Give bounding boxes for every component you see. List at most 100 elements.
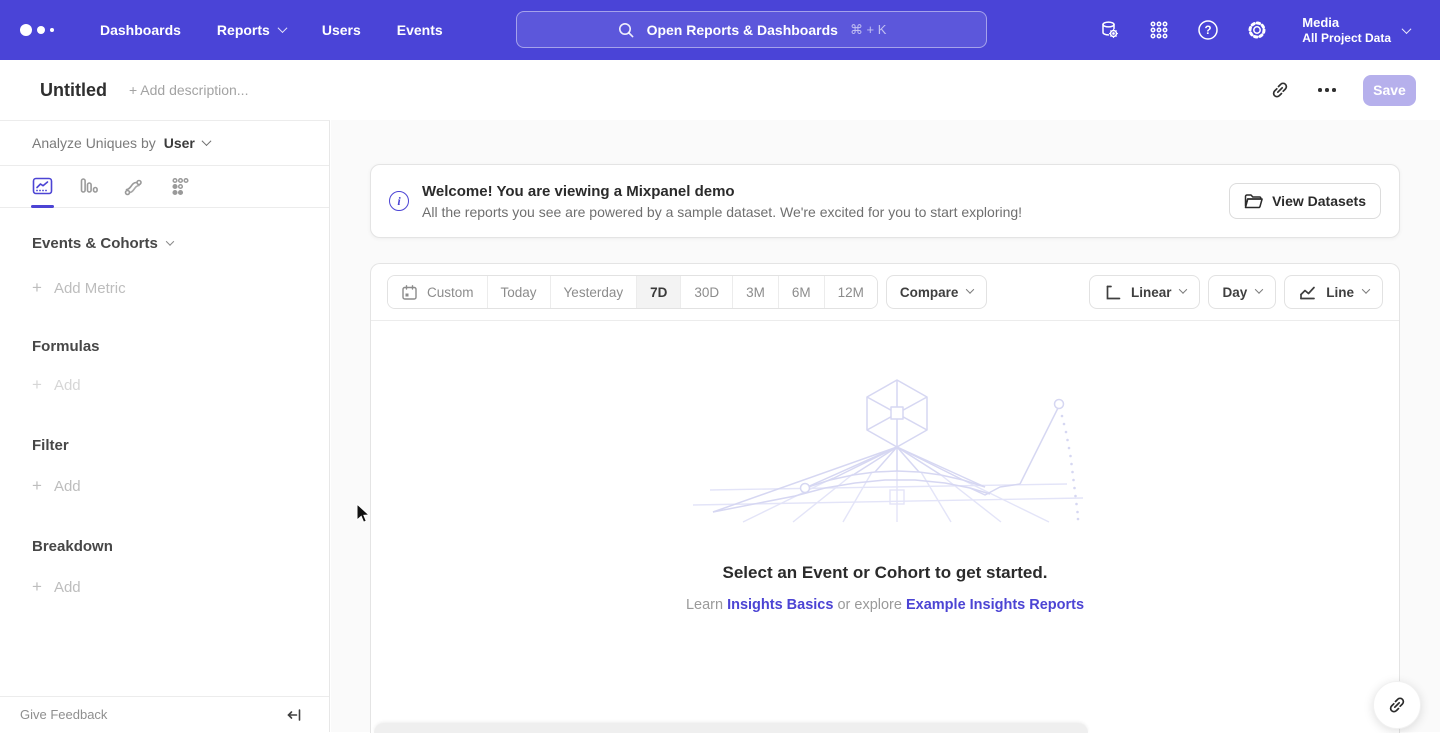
plus-icon: + bbox=[32, 577, 42, 597]
events-cohorts-label: Events & Cohorts bbox=[32, 235, 158, 252]
search-shortcut: ⌘ + K bbox=[850, 22, 887, 38]
date-range-label: Custom bbox=[427, 285, 474, 300]
add-formula-button[interactable]: + Add bbox=[32, 375, 297, 395]
give-feedback-link[interactable]: Give Feedback bbox=[20, 707, 107, 722]
view-datasets-button[interactable]: View Datasets bbox=[1229, 183, 1381, 219]
nav-item-label: Events bbox=[397, 22, 443, 38]
more-options-button[interactable] bbox=[1316, 79, 1338, 101]
date-range-label: 6M bbox=[792, 285, 811, 300]
empty-state-illustration bbox=[675, 366, 1095, 524]
date-range-label: 7D bbox=[650, 285, 667, 300]
filter-label: Filter bbox=[32, 437, 69, 454]
nav-item-label: Reports bbox=[217, 22, 270, 38]
compare-dropdown[interactable]: Compare bbox=[886, 275, 988, 309]
empty-state-title: Select an Event or Cohort to get started… bbox=[371, 563, 1399, 583]
mixpanel-logo[interactable] bbox=[20, 24, 60, 36]
date-range-today[interactable]: Today bbox=[487, 276, 550, 308]
main-content: i Welcome! You are viewing a Mixpanel de… bbox=[331, 120, 1440, 732]
report-description-placeholder[interactable]: + Add description... bbox=[129, 82, 248, 98]
add-filter-button[interactable]: + Add bbox=[32, 476, 297, 496]
add-filter-label: Add bbox=[54, 478, 81, 495]
copy-report-link-button[interactable] bbox=[1373, 681, 1421, 729]
date-range-custom[interactable]: Custom bbox=[388, 276, 487, 308]
example-insights-reports-link[interactable]: Example Insights Reports bbox=[906, 597, 1084, 613]
insights-basics-link[interactable]: Insights Basics bbox=[727, 597, 833, 613]
chevron-down-icon bbox=[166, 237, 174, 245]
date-range-yesterday[interactable]: Yesterday bbox=[550, 276, 637, 308]
apps-grid-icon[interactable] bbox=[1147, 18, 1171, 42]
plus-icon: + bbox=[32, 278, 42, 298]
settings-gear-icon[interactable] bbox=[1245, 18, 1269, 42]
chart-type-dropdown[interactable]: Line bbox=[1284, 275, 1383, 309]
date-range-3m[interactable]: 3M bbox=[732, 276, 778, 308]
calendar-icon bbox=[401, 284, 418, 301]
analyze-by-dropdown[interactable]: User bbox=[164, 135, 210, 151]
chevron-down-icon bbox=[1179, 285, 1187, 293]
add-breakdown-label: Add bbox=[54, 579, 81, 596]
tab-retention[interactable] bbox=[169, 175, 192, 198]
help-icon[interactable]: ? bbox=[1196, 18, 1220, 42]
primary-nav: Dashboards Reports Users Events bbox=[100, 22, 443, 38]
tab-funnels[interactable] bbox=[77, 175, 100, 198]
nav-item-events[interactable]: Events bbox=[397, 22, 443, 38]
chevron-down-icon bbox=[1362, 285, 1370, 293]
report-title[interactable]: Untitled bbox=[40, 80, 107, 101]
events-cohorts-section-header[interactable]: Events & Cohorts bbox=[32, 235, 297, 252]
nav-item-label: Users bbox=[322, 22, 361, 38]
date-range-label: Yesterday bbox=[564, 285, 624, 300]
add-metric-label: Add Metric bbox=[54, 280, 126, 297]
project-name: Media bbox=[1302, 15, 1391, 31]
date-range-segmented-control: Custom Today Yesterday 7D 30D 3M 6M 12M bbox=[387, 275, 878, 309]
info-icon: i bbox=[389, 191, 409, 211]
date-range-12m[interactable]: 12M bbox=[824, 276, 877, 308]
chevron-down-icon bbox=[966, 285, 974, 293]
selected-tab-indicator bbox=[31, 205, 54, 208]
copy-link-button[interactable] bbox=[1269, 79, 1291, 101]
plus-icon: + bbox=[32, 476, 42, 496]
scale-label: Linear bbox=[1131, 285, 1172, 300]
chart-toolbar: Custom Today Yesterday 7D 30D 3M 6M 12M … bbox=[371, 264, 1399, 321]
line-chart-icon bbox=[1298, 283, 1317, 302]
empty-state: Select an Event or Cohort to get started… bbox=[371, 321, 1399, 613]
project-scope: All Project Data bbox=[1302, 31, 1391, 46]
filter-section-header: Filter bbox=[32, 437, 297, 454]
add-breakdown-button[interactable]: + Add bbox=[32, 577, 297, 597]
nav-item-reports[interactable]: Reports bbox=[217, 22, 286, 38]
tab-insights[interactable] bbox=[31, 175, 54, 198]
date-range-label: Today bbox=[501, 285, 537, 300]
collapse-sidebar-icon bbox=[286, 707, 302, 723]
date-range-7d[interactable]: 7D bbox=[636, 276, 680, 308]
project-switcher[interactable]: Media All Project Data bbox=[1302, 15, 1410, 46]
add-metric-button[interactable]: + Add Metric bbox=[32, 278, 297, 298]
nav-item-dashboards[interactable]: Dashboards bbox=[100, 22, 181, 38]
insights-report-card: Custom Today Yesterday 7D 30D 3M 6M 12M … bbox=[370, 263, 1400, 733]
flows-tab-icon bbox=[123, 175, 146, 198]
interval-dropdown[interactable]: Day bbox=[1208, 275, 1276, 309]
query-sidebar: Analyze Uniques by User bbox=[0, 120, 330, 732]
retention-tab-icon bbox=[169, 175, 192, 198]
chevron-down-icon bbox=[201, 136, 211, 146]
formulas-label: Formulas bbox=[32, 338, 100, 355]
learn-prefix: Learn bbox=[686, 597, 723, 613]
search-bar[interactable]: Open Reports & Dashboards ⌘ + K bbox=[516, 11, 987, 48]
collapse-sidebar-button[interactable] bbox=[286, 707, 302, 723]
tab-flows[interactable] bbox=[123, 175, 146, 198]
data-connections-icon[interactable] bbox=[1098, 18, 1122, 42]
chart-type-label: Line bbox=[1326, 285, 1354, 300]
report-header: Untitled + Add description... Save bbox=[0, 60, 1440, 120]
svg-text:?: ? bbox=[1205, 25, 1212, 37]
linear-axes-icon bbox=[1103, 283, 1122, 302]
date-range-label: 3M bbox=[746, 285, 765, 300]
welcome-banner: i Welcome! You are viewing a Mixpanel de… bbox=[370, 164, 1400, 238]
date-range-30d[interactable]: 30D bbox=[680, 276, 732, 308]
nav-item-users[interactable]: Users bbox=[322, 22, 361, 38]
scale-dropdown[interactable]: Linear bbox=[1089, 275, 1201, 309]
view-datasets-label: View Datasets bbox=[1272, 193, 1366, 209]
search-icon bbox=[617, 21, 635, 39]
analyze-uniques-label: Analyze Uniques by bbox=[32, 135, 156, 151]
analyze-by-value: User bbox=[164, 135, 195, 151]
date-range-6m[interactable]: 6M bbox=[778, 276, 824, 308]
folder-icon bbox=[1244, 193, 1263, 210]
save-button[interactable]: Save bbox=[1363, 75, 1416, 106]
chevron-down-icon bbox=[277, 23, 287, 33]
